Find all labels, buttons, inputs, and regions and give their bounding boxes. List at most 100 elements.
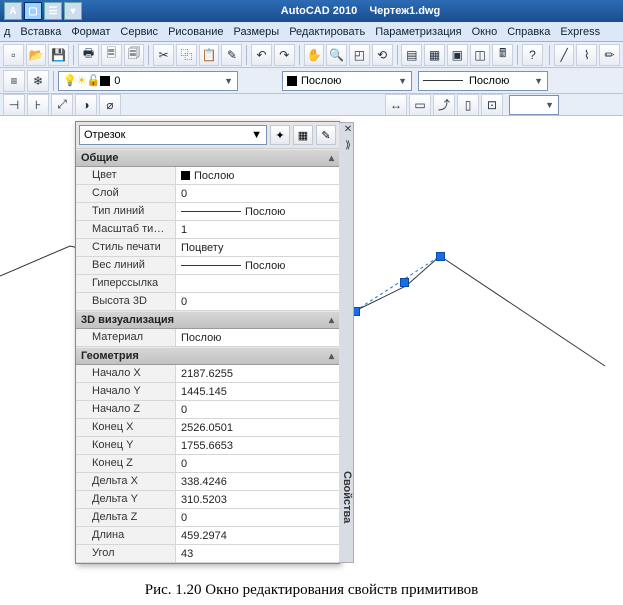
design-center-icon[interactable]: ▦: [424, 44, 445, 66]
prop-lweight[interactable]: Вес линий Послою: [76, 257, 339, 275]
qat-new-button[interactable]: ▢: [24, 2, 42, 20]
prop-length[interactable]: Длина459.2974: [76, 527, 339, 545]
mod-icon[interactable]: ↔: [385, 94, 407, 116]
prop-angle[interactable]: Угол43: [76, 545, 339, 563]
pin-icon[interactable]: ⟫: [342, 140, 354, 152]
brush-icon[interactable]: ✏: [599, 44, 620, 66]
qat-dropdown-icon[interactable]: ▾: [64, 2, 82, 20]
menu-item[interactable]: Формат: [71, 26, 110, 38]
undo-icon[interactable]: ↶: [251, 44, 272, 66]
prop-material[interactable]: Материал Послою: [76, 329, 339, 347]
zoom-window-icon[interactable]: ◰: [349, 44, 370, 66]
publish-icon[interactable]: 🗐: [124, 44, 145, 66]
redo-icon[interactable]: ↷: [274, 44, 295, 66]
prop-hyperlink[interactable]: Гиперссылка: [76, 275, 339, 293]
mod-icon[interactable]: ▭: [409, 94, 431, 116]
app-name: AutoCAD 2010: [281, 5, 357, 17]
new-icon[interactable]: ▫: [3, 44, 24, 66]
menu-item[interactable]: Рисование: [168, 26, 223, 38]
menu-item[interactable]: Размеры: [233, 26, 279, 38]
print-icon[interactable]: 🖶: [78, 44, 99, 66]
color-swatch: [100, 76, 110, 86]
window-title: AutoCAD 2010 Чертеж1.dwg: [102, 5, 619, 17]
menu-item[interactable]: д: [4, 26, 10, 38]
dim-icon[interactable]: ⊦: [27, 94, 49, 116]
menu-item[interactable]: Справка: [507, 26, 550, 38]
prop-deltaz[interactable]: Дельта Z0: [76, 509, 339, 527]
layer-manager-icon[interactable]: ≡: [3, 70, 25, 92]
object-type-combo[interactable]: Отрезок ▼: [79, 125, 267, 145]
linetype-combo[interactable]: Послою ▼: [418, 71, 548, 91]
separator: [397, 45, 398, 65]
select-objects-icon[interactable]: ▦: [293, 125, 313, 145]
prop-linetype[interactable]: Тип линий Послою: [76, 203, 339, 221]
prop-plotstyle[interactable]: Стиль печати Поцвету: [76, 239, 339, 257]
zoom-prev-icon[interactable]: ⟲: [372, 44, 393, 66]
prop-endx[interactable]: Конец X2526.0501: [76, 419, 339, 437]
mod-icon[interactable]: ⤴: [433, 94, 455, 116]
help-icon[interactable]: ?: [522, 44, 543, 66]
pan-icon[interactable]: ✋: [304, 44, 325, 66]
save-icon[interactable]: 💾: [48, 44, 69, 66]
print-preview-icon[interactable]: 🗏: [101, 44, 122, 66]
separator: [246, 45, 247, 65]
menu-item[interactable]: Редактировать: [289, 26, 365, 38]
dim-icon[interactable]: ⊣: [3, 94, 25, 116]
menu-item[interactable]: Вставка: [20, 26, 61, 38]
layer-freeze-icon[interactable]: ❄: [27, 70, 49, 92]
copy-icon[interactable]: ⿻: [176, 44, 197, 66]
palette-side-label: Свойства: [341, 471, 353, 523]
properties-icon[interactable]: ▤: [401, 44, 422, 66]
menu-item[interactable]: Сервис: [120, 26, 158, 38]
dim-icon[interactable]: ◑: [75, 94, 97, 116]
layer-name: 0: [114, 75, 120, 87]
prop-starty[interactable]: Начало Y1445.145: [76, 383, 339, 401]
layer-combo[interactable]: 💡 ☀ 🔓 0 ▼: [58, 71, 238, 91]
prop-deltay[interactable]: Дельта Y310.5203: [76, 491, 339, 509]
menu-item[interactable]: Параметризация: [375, 26, 461, 38]
menu-item[interactable]: Окно: [472, 26, 498, 38]
sheet-set-icon[interactable]: ◫: [470, 44, 491, 66]
section-geometry[interactable]: Геометрия ▴: [76, 347, 339, 365]
prop-color[interactable]: Цвет Послою: [76, 167, 339, 185]
pick-add-icon[interactable]: ✎: [316, 125, 336, 145]
close-icon[interactable]: ✕: [342, 124, 354, 136]
dim-icon[interactable]: ⤢: [51, 94, 73, 116]
spare-combo[interactable]: ▼: [509, 95, 559, 115]
line-icon[interactable]: ╱: [554, 44, 575, 66]
grip-end[interactable]: [436, 252, 445, 261]
paste-icon[interactable]: 📋: [199, 44, 220, 66]
chevron-down-icon: ▼: [534, 76, 543, 86]
qat-open-button[interactable]: ☰: [44, 2, 62, 20]
prop-startz[interactable]: Начало Z0: [76, 401, 339, 419]
cut-icon[interactable]: ✂: [153, 44, 174, 66]
qat-app-icon[interactable]: A: [4, 2, 22, 20]
quick-select-icon[interactable]: ✦: [270, 125, 290, 145]
polyline-icon[interactable]: ⌇: [576, 44, 597, 66]
tool-palette-icon[interactable]: ▣: [447, 44, 468, 66]
grip-mid[interactable]: [400, 278, 409, 287]
prop-deltax[interactable]: Дельта X338.4246: [76, 473, 339, 491]
calc-icon[interactable]: 🖩: [492, 44, 513, 66]
dim-icon[interactable]: ⌀: [99, 94, 121, 116]
prop-layer[interactable]: Слой 0: [76, 185, 339, 203]
section-general[interactable]: Общие ▴: [76, 149, 339, 167]
color-combo[interactable]: Послою ▼: [282, 71, 412, 91]
prop-endy[interactable]: Конец Y1755.6653: [76, 437, 339, 455]
mod-icon[interactable]: ▯: [457, 94, 479, 116]
prop-endz[interactable]: Конец Z0: [76, 455, 339, 473]
color-swatch: [181, 171, 190, 180]
drawing-area[interactable]: ✕ ⟫ Свойства Отрезок ▼ ✦ ▦ ✎ Общие ▴ Цве…: [0, 116, 623, 576]
section-3dviz[interactable]: 3D визуализация ▴: [76, 311, 339, 329]
prop-ltscale[interactable]: Масштаб типа ли... 1: [76, 221, 339, 239]
section-title: Общие: [81, 152, 119, 164]
menu-item[interactable]: Express: [560, 26, 600, 38]
zoom-icon[interactable]: 🔍: [326, 44, 347, 66]
bulb-icon: 💡: [63, 74, 77, 87]
mod-icon[interactable]: ⊡: [481, 94, 503, 116]
collapse-icon: ▴: [329, 153, 334, 164]
open-icon[interactable]: 📂: [26, 44, 47, 66]
match-icon[interactable]: ✎: [221, 44, 242, 66]
prop-thickness[interactable]: Высота 3D 0: [76, 293, 339, 311]
prop-startx[interactable]: Начало X2187.6255: [76, 365, 339, 383]
